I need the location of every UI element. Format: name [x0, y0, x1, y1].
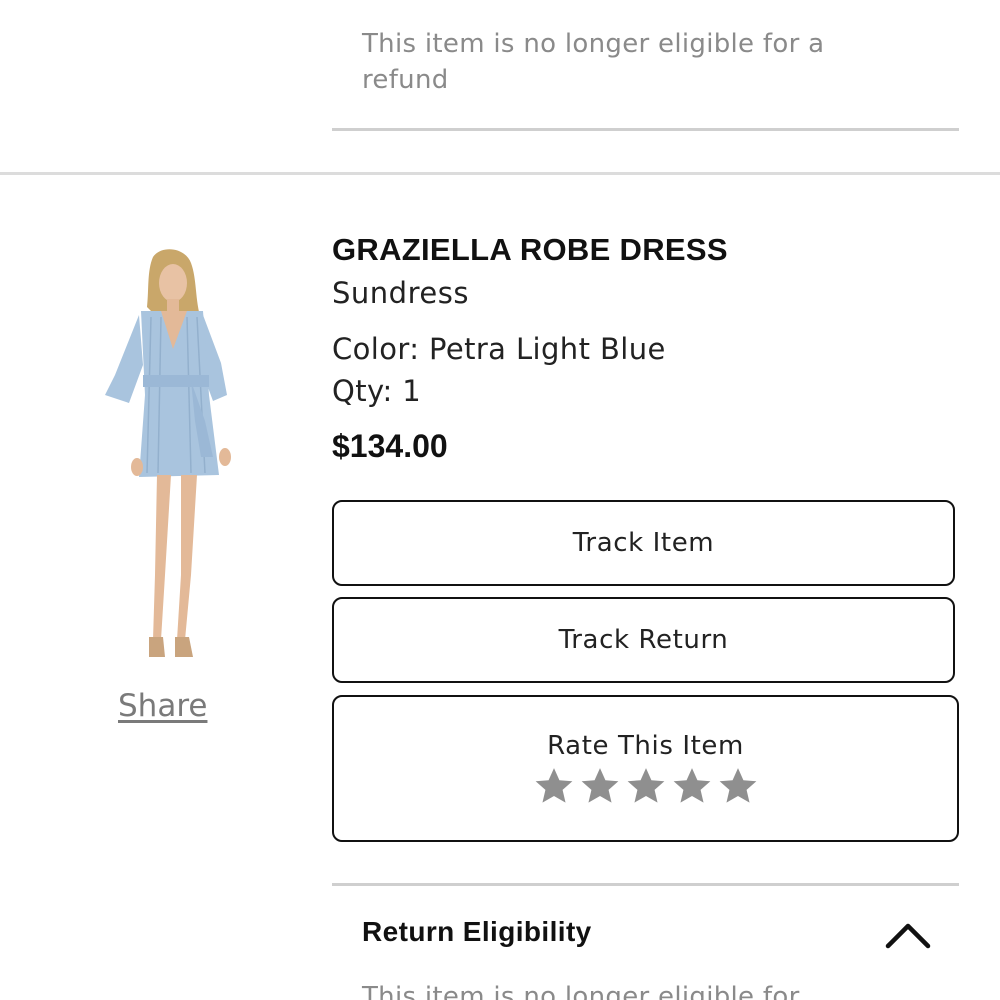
track-item-label: Track Item: [572, 528, 715, 558]
rate-item-box: Rate This Item: [332, 695, 959, 842]
refund-eligibility-note: This item is no longer eligible for a re…: [362, 29, 825, 95]
star-icon-3[interactable]: [625, 765, 667, 807]
return-eligibility-title[interactable]: Return Eligibility: [362, 916, 592, 948]
track-return-label: Track Return: [558, 625, 729, 655]
order-details-page: This item is no longer eligible for a re…: [0, 0, 1000, 1000]
chevron-up-icon[interactable]: [884, 918, 932, 952]
product-image[interactable]: [95, 245, 245, 665]
product-color: Color: Petra Light Blue: [332, 332, 666, 366]
product-name[interactable]: GRAZIELLA ROBE DRESS: [332, 232, 728, 268]
track-item-button[interactable]: Track Item: [332, 500, 955, 586]
section-divider: [332, 128, 959, 131]
star-icon-1[interactable]: [533, 765, 575, 807]
product-price: $134.00: [332, 428, 448, 464]
product-photo-dress: [105, 249, 231, 657]
rate-item-label: Rate This Item: [547, 731, 744, 761]
item-divider: [0, 172, 1000, 175]
star-rating: [334, 765, 957, 807]
star-icon-2[interactable]: [579, 765, 621, 807]
return-eligibility-note: This item is no longer eligible for: [362, 982, 800, 1000]
return-section-divider: [332, 883, 959, 886]
track-return-button[interactable]: Track Return: [332, 597, 955, 683]
product-type: Sundress: [332, 276, 469, 310]
share-link[interactable]: Share: [118, 688, 207, 724]
product-quantity: Qty: 1: [332, 374, 422, 408]
star-icon-5[interactable]: [717, 765, 759, 807]
star-icon-4[interactable]: [671, 765, 713, 807]
